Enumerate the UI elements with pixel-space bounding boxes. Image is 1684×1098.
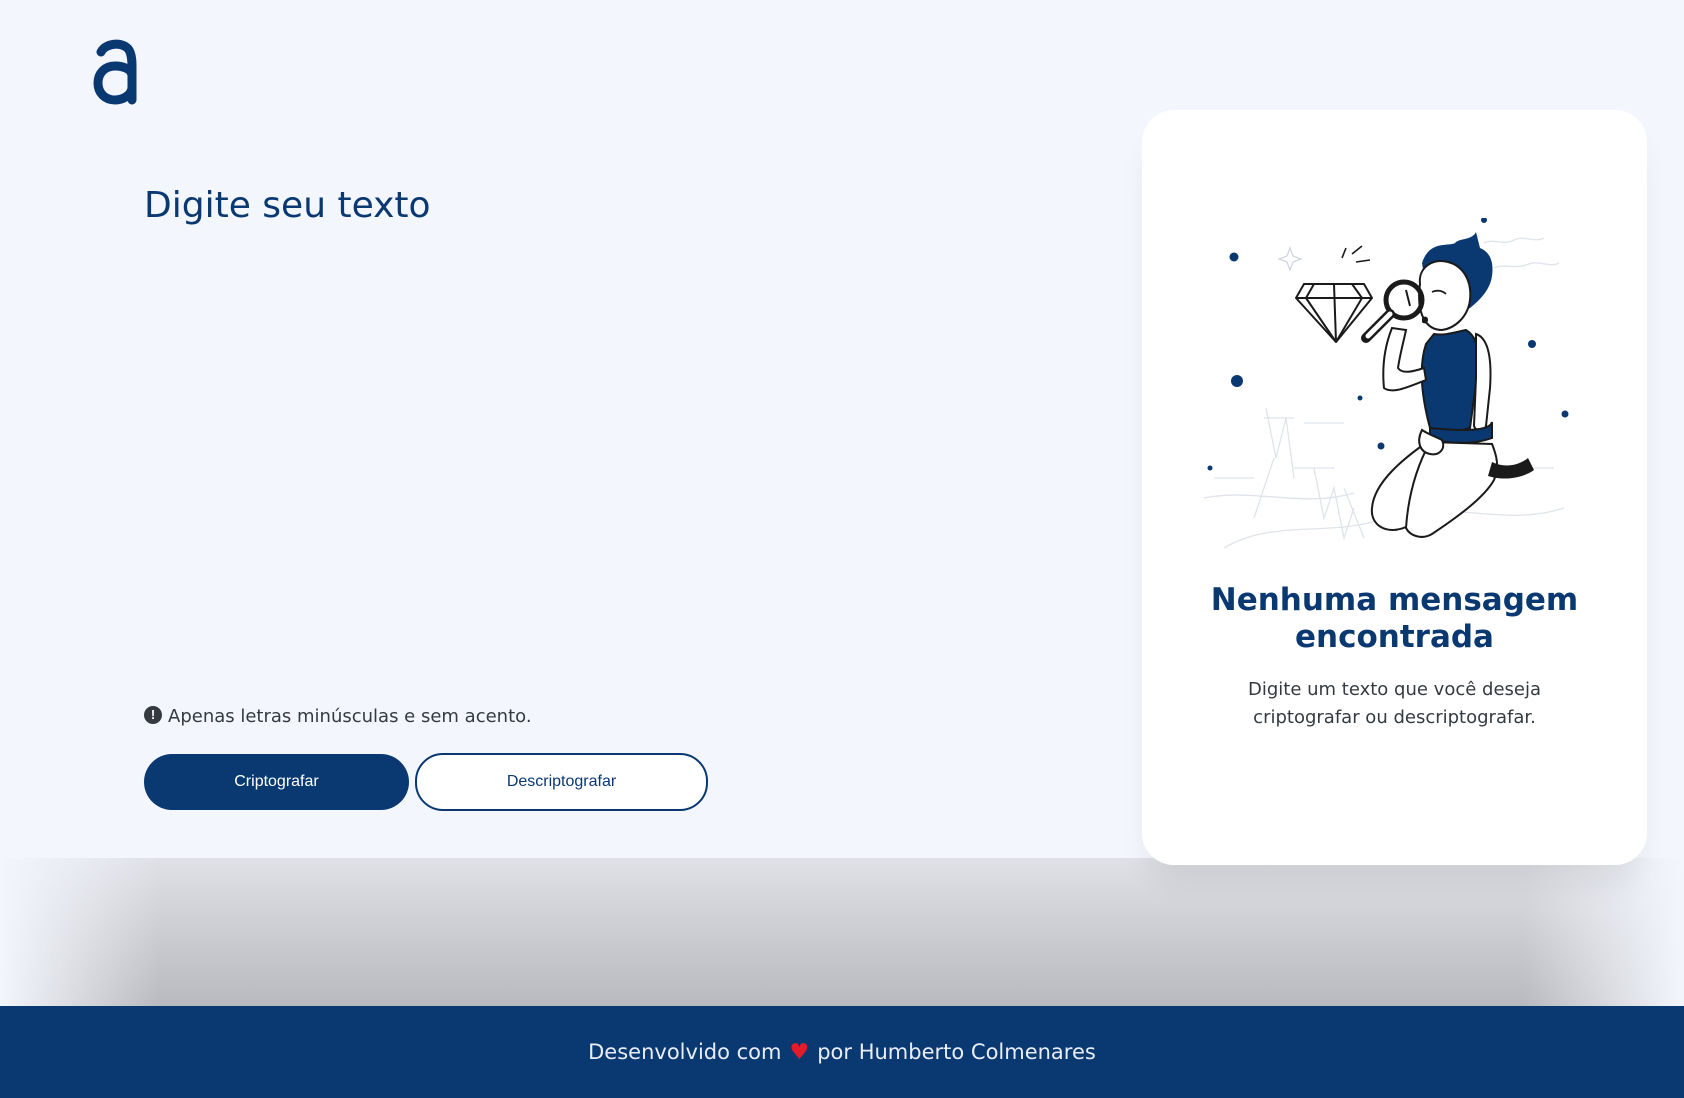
hint-text: Apenas letras minúsculas e sem acento. — [168, 706, 532, 727]
exclamation-circle-icon: ! — [144, 705, 162, 724]
output-panel: Nenhuma mensagem encontrada Digite um te… — [1142, 110, 1647, 865]
magnifying-glass-person-illustration — [1203, 218, 1569, 549]
empty-state-illustration — [1194, 218, 1594, 588]
empty-state-message: Digite um texto que você deseja criptogr… — [1247, 679, 1542, 728]
footer-author: por Humberto Colmenares — [817, 1040, 1096, 1064]
alura-logo-icon — [93, 39, 137, 105]
encrypt-button[interactable]: Criptografar — [144, 754, 409, 810]
footer: Desenvolvido com ♥ por Humberto Colmenar… — [0, 1006, 1684, 1098]
footer-prefix: Desenvolvido com — [588, 1040, 782, 1064]
heart-icon: ♥ — [789, 1039, 810, 1065]
input-hint: ! Apenas letras minúsculas e sem acento. — [144, 705, 532, 727]
logo — [92, 38, 140, 106]
decrypt-button[interactable]: Descriptografar — [415, 753, 708, 811]
empty-state-title: Nenhuma mensagem encontrada — [1210, 582, 1579, 655]
page-shadow — [0, 858, 1684, 1006]
text-input[interactable] — [144, 185, 964, 685]
